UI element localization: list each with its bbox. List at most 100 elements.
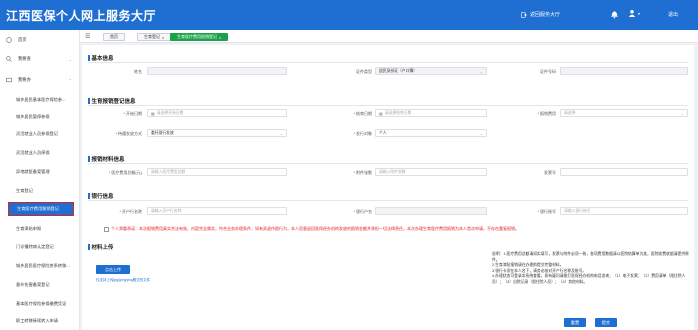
start-date-label: *开始日期 <box>123 111 142 116</box>
chevron-down-icon: ⌄ <box>279 130 283 136</box>
end-date-label: *结束日期 <box>353 111 372 116</box>
sidebar-subitem[interactable]: 生育津贴申报 <box>0 222 80 236</box>
user-menu[interactable]: ▾ <box>628 9 643 17</box>
object-label: *发行对象 <box>353 131 372 136</box>
close-icon[interactable]: × <box>162 35 164 40</box>
user-icon <box>628 10 636 17</box>
logout-button[interactable]: 退出 <box>668 11 678 18</box>
name-field <box>147 67 287 75</box>
end-date-input[interactable]: ▦ 请选择结束日期 <box>375 109 487 117</box>
sidebar-item-home[interactable]: 首页 <box>0 32 80 48</box>
calendar-icon: ▦ <box>379 110 383 116</box>
tab-birth-reimburse[interactable]: 生育医疗费用报销登记 × <box>170 33 229 41</box>
invoice-no-label: 发票号 <box>544 170 556 175</box>
fund-method-select[interactable]: 委托银行发放 ⌄ <box>147 129 287 137</box>
object-select[interactable]: 个人 ⌄ <box>375 129 487 137</box>
sidebar-subitem[interactable]: 意外伤害备案登记 <box>0 278 80 292</box>
bank-name-input[interactable]: 请输入开户行名称 <box>147 207 287 215</box>
main-content: 基本信息 姓名 证件类型 居民身份证（户口簿） ⌄ 证件号码 生育报销登记信息 *… <box>82 45 694 330</box>
menu-toggle-icon[interactable]: ☰ <box>85 33 90 40</box>
account-holder-label: *银行户名 <box>353 209 372 214</box>
exit-icon <box>521 11 527 18</box>
search-icon <box>6 56 12 62</box>
submit-button[interactable]: 提交 <box>595 318 617 327</box>
sidebar-item-handle[interactable]: 我要办 ⌃ <box>0 72 80 88</box>
upload-hint: 仅支持上传jpg/jpeg/png格式的文件 <box>96 278 151 282</box>
sidebar-subitem-label: 城乡居民基本医疗保险参... <box>16 97 66 102</box>
sidebar-item-query[interactable]: 我要查 ⌄ <box>0 51 80 67</box>
attachment-count-input[interactable]: 请输入附件张数 <box>375 168 487 176</box>
sidebar-subitem-label: 城乡居民医疗保险关系转移... <box>16 263 70 268</box>
hospital-total-label: *医疗费用总额(元) <box>108 170 142 175</box>
account-holder-field <box>375 207 487 215</box>
sidebar-subitem-active[interactable]: 生育医疗费用报销登记 <box>8 202 74 216</box>
sidebar-subitem-label: 灵活就业人员停保 <box>16 150 50 155</box>
sidebar-subitem[interactable]: 灵活就业人员参保登记 <box>0 127 80 141</box>
tab-bar: ☰ 首页 生育登记 × 生育医疗费用报销登记 × <box>80 30 698 43</box>
attachment-count-label: *附件张数 <box>353 170 372 175</box>
tab-label: 生育医疗费用报销登记 <box>177 34 217 39</box>
sidebar-subitem-label: 职工转移接续转入申请 <box>16 318 58 323</box>
sidebar-subitem-label: 灵活就业人员参保登记 <box>16 131 58 136</box>
calendar-icon: ▦ <box>151 110 155 116</box>
tab-birth-registration[interactable]: 生育登记 × <box>137 33 172 41</box>
invoice-no-input[interactable] <box>560 168 688 176</box>
upload-button[interactable]: 点击上传 <box>96 265 130 274</box>
home-icon <box>6 37 12 43</box>
sidebar-subitem[interactable]: 城乡居民暂停参保 <box>0 110 80 124</box>
commitment-text: 个人郑重承诺：本次报销费用真实合法有效，内容完全属实，符合业务办理条件，如有弄虚… <box>111 226 519 231</box>
sidebar-subitem[interactable]: 城乡居民医疗保险关系转移... <box>0 259 80 273</box>
section-title-upload: 材料上传 <box>88 243 114 251</box>
sidebar-subitem-label: 异地就医备案管理 <box>16 169 50 174</box>
account-no-input[interactable]: 请输入银行账号 <box>560 207 688 215</box>
sidebar-subitem-label: 城乡居民暂停参保 <box>16 114 50 119</box>
sidebar-subitem[interactable]: 基本医疗保险参保缴费凭证 <box>0 297 80 311</box>
sidebar-subitem[interactable]: 异地就医备案管理 <box>0 165 80 179</box>
reset-button[interactable]: 重置 <box>564 318 586 327</box>
tab-label: 生育登记 <box>144 34 160 39</box>
close-icon[interactable]: × <box>219 35 221 40</box>
name-label: 姓名 <box>134 69 142 74</box>
id-number-field <box>560 67 688 75</box>
sidebar-subitem-label: 意外伤害备案登记 <box>16 282 50 287</box>
sidebar-subitem-label: 生育登记 <box>16 188 33 193</box>
app-title: 江西医保个人网上服务大厅 <box>6 9 157 23</box>
bell-icon[interactable] <box>610 9 619 19</box>
sidebar-subitem[interactable]: 灵活就业人员停保 <box>0 146 80 160</box>
tab-home[interactable]: 首页 <box>103 33 125 41</box>
instructions-box: 说明：1.医疗费用总额请如实填写，发票与附件必须一致，各项费用数据请以医院结算单… <box>492 252 690 285</box>
sidebar: 首页 我要查 ⌄ 我要办 ⌃ 城乡居民基本医疗保险参... 城乡居民暂停参保 灵… <box>0 30 80 330</box>
sidebar-subitem[interactable]: 门诊慢特病认定登记 <box>0 240 80 254</box>
chevron-up-icon: ⌃ <box>68 77 72 83</box>
chevron-down-icon: ⌄ <box>479 130 483 136</box>
bank-name-label: *开户行名称 <box>119 209 142 214</box>
sidebar-item-label: 首页 <box>18 37 27 42</box>
sidebar-subitem-label: 生育医疗费用报销登记 <box>17 206 59 211</box>
sidebar-item-label: 我要办 <box>18 77 31 82</box>
id-number-label: 证件号码 <box>540 69 556 74</box>
back-to-hall-label: 返回服务大厅 <box>530 12 561 18</box>
section-title-basic: 基本信息 <box>88 54 114 62</box>
start-date-input[interactable]: ▦ 请选择开始日期 <box>147 109 287 117</box>
instruction-line: 说明：1.医疗费用总额请如实填写，发票与附件必须一致，各项费用数据请以医院结算单… <box>492 252 689 262</box>
id-type-label: 证件类型 <box>356 69 372 74</box>
chevron-down-icon: ⌄ <box>680 110 684 116</box>
divider <box>88 163 688 164</box>
section-title-birth: 生育报销登记信息 <box>88 97 136 105</box>
sidebar-subitem[interactable]: 生育登记 <box>0 184 80 198</box>
sidebar-subitem[interactable]: 职工转移接续转入申请 <box>0 314 80 328</box>
commitment-notice[interactable]: 个人郑重承诺：本次报销费用真实合法有效，内容完全属实，符合业务办理条件，如有弄虚… <box>104 226 684 232</box>
chevron-down-icon: ⌄ <box>479 68 483 74</box>
reimburse-type-select[interactable]: 请选择 ⌄ <box>560 109 688 117</box>
divider <box>88 105 688 106</box>
section-title-material: 报销材料信息 <box>88 155 125 163</box>
back-to-hall-link[interactable]: 返回服务大厅 <box>521 11 560 18</box>
logout-label: 退出 <box>668 12 679 18</box>
fund-method-label: *待遇发放方式 <box>115 131 142 136</box>
sidebar-subitem-label: 生育津贴申报 <box>16 226 42 231</box>
hospital-total-input[interactable]: 请输入医疗费用总额 <box>147 168 287 176</box>
commitment-checkbox[interactable] <box>104 226 109 232</box>
divider <box>88 62 688 63</box>
sidebar-subitem[interactable]: 城乡居民基本医疗保险参... <box>0 93 80 107</box>
id-type-select: 居民身份证（户口簿） ⌄ <box>375 67 487 75</box>
